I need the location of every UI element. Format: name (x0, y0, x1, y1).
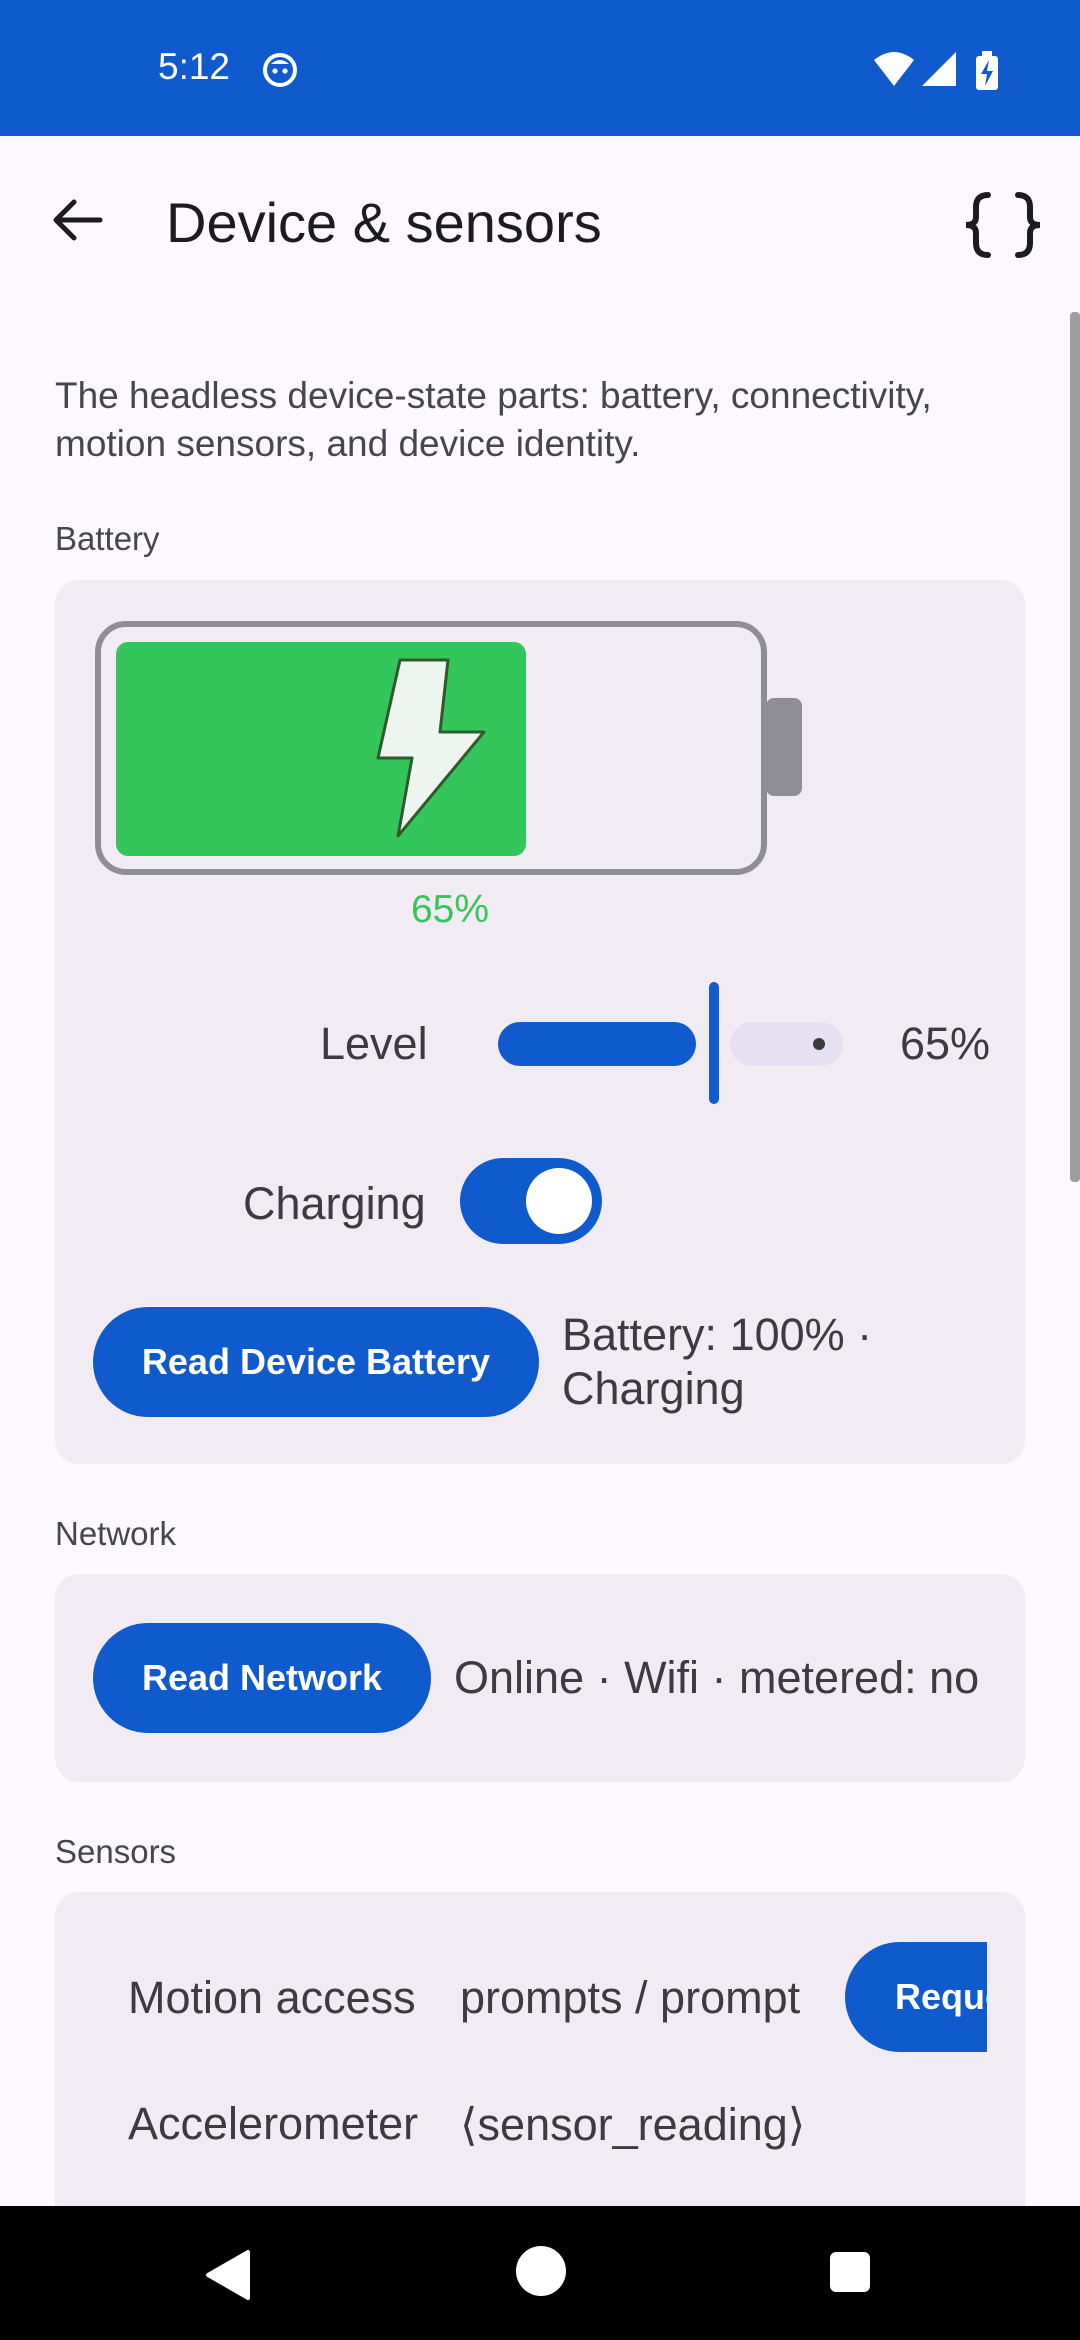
slider-stop-dot (813, 1038, 825, 1050)
page-title: Device & sensors (166, 191, 602, 254)
level-slider[interactable] (498, 980, 843, 1104)
battery-graphic (95, 621, 802, 875)
read-network-button[interactable]: Read Network (93, 1623, 431, 1733)
page-description: The headless device-state parts: battery… (55, 375, 932, 464)
nav-recents-icon[interactable] (830, 2252, 870, 2292)
notification-face-icon (263, 53, 297, 87)
network-section-label: Network (55, 1515, 177, 1552)
request-button-clip: Request (845, 1942, 987, 2052)
level-value: 65% (900, 1018, 991, 1069)
status-icons (874, 51, 998, 90)
scrollbar[interactable] (1070, 312, 1080, 1182)
read-device-battery-button[interactable]: Read Device Battery (93, 1307, 539, 1417)
battery-terminal (766, 698, 802, 796)
status-time: 5:12 (158, 46, 231, 87)
slider-active-track (498, 1022, 696, 1066)
nav-back-icon[interactable] (200, 2248, 254, 2302)
signal-icon (922, 52, 956, 86)
slider-handle[interactable] (709, 982, 719, 1104)
charging-toggle[interactable] (460, 1158, 602, 1244)
nav-home-icon[interactable] (516, 2246, 566, 2296)
wifi-icon (874, 52, 914, 86)
level-label: Level (320, 1018, 428, 1069)
battery-result-text: Battery: 100% · Charging (562, 1309, 873, 1414)
battery-charging-icon (976, 51, 998, 90)
charging-label: Charging (243, 1178, 426, 1229)
slider-inactive-track (730, 1022, 843, 1066)
battery-percent-label: 65% (410, 888, 490, 931)
back-arrow-icon[interactable] (38, 180, 118, 260)
network-result-text: Online · Wifi · metered: no (454, 1652, 980, 1703)
accelerometer-label: Accelerometer (128, 2098, 419, 2149)
motion-access-label: Motion access (128, 1972, 416, 2023)
toggle-knob (526, 1168, 592, 1234)
accelerometer-value: ⟨sensor_reading⟩ (460, 2099, 806, 2150)
battery-section-label: Battery (55, 520, 160, 557)
request-motion-access-button[interactable]: Request (845, 1942, 987, 2052)
sensors-section-label: Sensors (55, 1833, 177, 1870)
motion-access-value: prompts / prompt (460, 1972, 801, 2023)
status-bar: 5:12 (0, 0, 1080, 136)
json-braces-icon[interactable] (958, 185, 1048, 265)
